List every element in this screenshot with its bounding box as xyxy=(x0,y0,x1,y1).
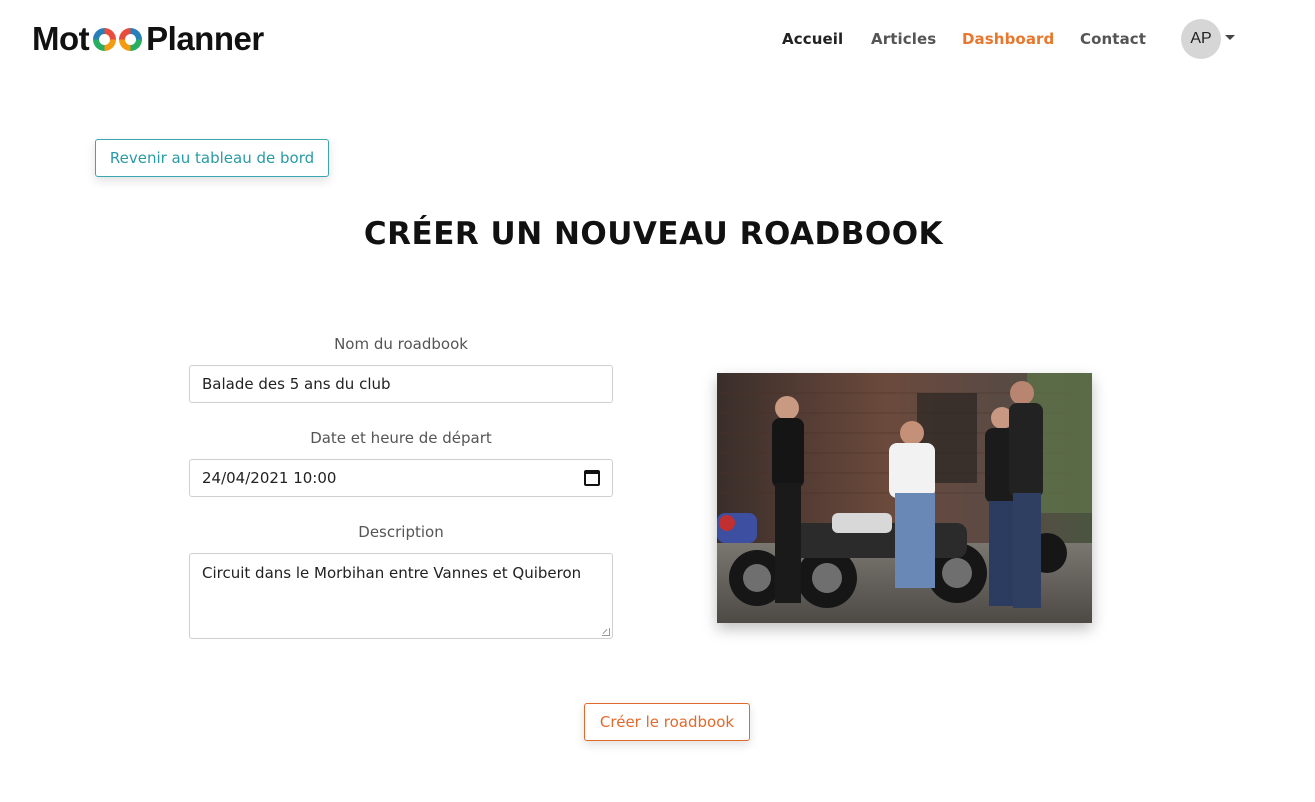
chevron-down-icon[interactable] xyxy=(1225,35,1235,40)
name-label: Nom du roadbook xyxy=(334,335,468,353)
logo-text-left: Mot xyxy=(32,20,90,57)
calendar-icon[interactable] xyxy=(584,470,600,486)
nav-contact[interactable]: Contact xyxy=(1080,30,1146,48)
date-label: Date et heure de départ xyxy=(310,429,492,447)
back-to-dashboard-button[interactable]: Revenir au tableau de bord xyxy=(95,139,329,177)
nav-accueil[interactable]: Accueil xyxy=(782,30,843,48)
description-label: Description xyxy=(358,523,444,541)
description-textarea[interactable]: Circuit dans le Morbihan entre Vannes et… xyxy=(189,553,613,639)
departure-datetime-input[interactable]: 24/04/2021 10:00 xyxy=(189,459,613,497)
roadbook-name-value: Balade des 5 ans du club xyxy=(202,375,391,393)
description-value: Circuit dans le Morbihan entre Vannes et… xyxy=(202,564,582,582)
bikers-photo xyxy=(717,373,1092,623)
page-title: CRÉER UN NOUVEAU ROADBOOK xyxy=(363,216,944,252)
user-avatar[interactable]: AP xyxy=(1181,19,1221,59)
resize-handle-icon[interactable] xyxy=(602,628,610,636)
logo-text-right: Planner xyxy=(146,20,264,57)
logo-wheels-icon xyxy=(93,27,143,51)
departure-datetime-value: 24/04/2021 10:00 xyxy=(202,469,337,487)
create-roadbook-button[interactable]: Créer le roadbook xyxy=(584,703,750,741)
nav-dashboard[interactable]: Dashboard xyxy=(962,30,1054,48)
logo[interactable]: Mot Planner xyxy=(32,20,264,58)
roadbook-name-input[interactable]: Balade des 5 ans du club xyxy=(189,365,613,403)
nav-articles[interactable]: Articles xyxy=(871,30,936,48)
